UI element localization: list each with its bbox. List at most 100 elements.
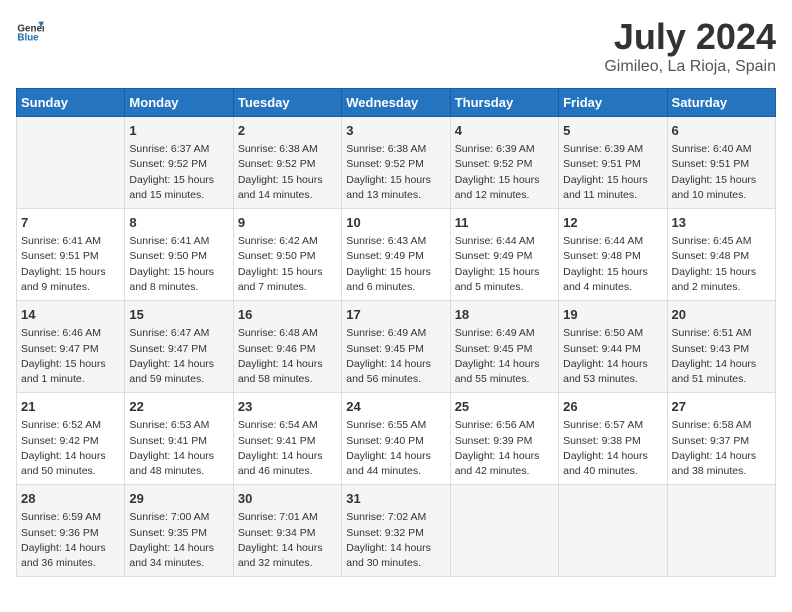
day-number: 6 <box>672 122 771 140</box>
title-block: July 2024 Gimileo, La Rioja, Spain <box>604 16 776 76</box>
day-number: 17 <box>346 306 445 324</box>
day-number: 10 <box>346 214 445 232</box>
calendar-cell: 30 Sunrise: 7:01 AMSunset: 9:34 PMDayligh… <box>233 485 341 577</box>
day-number: 27 <box>672 398 771 416</box>
day-number: 5 <box>563 122 662 140</box>
calendar-cell: 23Sunrise: 6:54 AMSunset: 9:41 PMDayligh… <box>233 393 341 485</box>
day-info: Sunrise: 6:45 AMSunset: 9:48 PMDaylight:… <box>672 234 771 295</box>
day-info: Sunrise: 6:46 AMSunset: 9:47 PMDaylight:… <box>21 326 120 387</box>
weekday-header-row: SundayMondayTuesdayWednesdayThursdayFrid… <box>17 89 776 117</box>
calendar-week-row: 21Sunrise: 6:52 AMSunset: 9:42 PMDayligh… <box>17 393 776 485</box>
day-info: Sunrise: 6:41 AMSunset: 9:50 PMDaylight:… <box>129 234 228 295</box>
calendar-cell: 6 Sunrise: 6:40 AMSunset: 9:51 PMDaylight… <box>667 117 775 209</box>
calendar-week-row: 1Sunrise: 6:37 AMSunset: 9:52 PMDaylight… <box>17 117 776 209</box>
day-info: Sunrise: 6:39 AMSunset: 9:52 PMDaylight:… <box>455 142 554 203</box>
day-info: Sunrise: 6:47 AMSunset: 9:47 PMDaylight:… <box>129 326 228 387</box>
calendar-cell <box>450 485 558 577</box>
day-info: Sunrise: 7:00 AMSunset: 9:35 PMDaylight:… <box>129 510 228 571</box>
calendar-cell: 4 Sunrise: 6:39 AMSunset: 9:52 PMDaylight… <box>450 117 558 209</box>
calendar-cell: 14Sunrise: 6:46 AMSunset: 9:47 PMDayligh… <box>17 301 125 393</box>
calendar-cell: 22 Sunrise: 6:53 AMSunset: 9:41 PMDayligh… <box>125 393 233 485</box>
day-number: 28 <box>21 490 120 508</box>
weekday-header-thursday: Thursday <box>450 89 558 117</box>
day-number: 16 <box>238 306 337 324</box>
calendar-cell: 11 Sunrise: 6:44 AMSunset: 9:49 PMDayligh… <box>450 209 558 301</box>
day-number: 30 <box>238 490 337 508</box>
day-info: Sunrise: 6:57 AMSunset: 9:38 PMDaylight:… <box>563 418 662 479</box>
calendar-cell: 25 Sunrise: 6:56 AMSunset: 9:39 PMDayligh… <box>450 393 558 485</box>
day-number: 3 <box>346 122 445 140</box>
day-info: Sunrise: 7:01 AMSunset: 9:34 PMDaylight:… <box>238 510 337 571</box>
day-info: Sunrise: 6:40 AMSunset: 9:51 PMDaylight:… <box>672 142 771 203</box>
calendar-table: SundayMondayTuesdayWednesdayThursdayFrid… <box>16 88 776 577</box>
calendar-cell: 3 Sunrise: 6:38 AMSunset: 9:52 PMDaylight… <box>342 117 450 209</box>
calendar-cell <box>559 485 667 577</box>
calendar-cell: 29 Sunrise: 7:00 AMSunset: 9:35 PMDayligh… <box>125 485 233 577</box>
calendar-cell: 24Sunrise: 6:55 AMSunset: 9:40 PMDayligh… <box>342 393 450 485</box>
calendar-cell: 5 Sunrise: 6:39 AMSunset: 9:51 PMDaylight… <box>559 117 667 209</box>
day-number: 31 <box>346 490 445 508</box>
day-number: 26 <box>563 398 662 416</box>
calendar-cell: 31 Sunrise: 7:02 AMSunset: 9:32 PMDayligh… <box>342 485 450 577</box>
calendar-cell: 21Sunrise: 6:52 AMSunset: 9:42 PMDayligh… <box>17 393 125 485</box>
day-number: 8 <box>129 214 228 232</box>
day-number: 20 <box>672 306 771 324</box>
weekday-header-monday: Monday <box>125 89 233 117</box>
day-info: Sunrise: 6:56 AMSunset: 9:39 PMDaylight:… <box>455 418 554 479</box>
calendar-cell: 18 Sunrise: 6:49 AMSunset: 9:45 PMDayligh… <box>450 301 558 393</box>
day-info: Sunrise: 6:38 AMSunset: 9:52 PMDaylight:… <box>346 142 445 203</box>
day-info: Sunrise: 6:49 AMSunset: 9:45 PMDaylight:… <box>455 326 554 387</box>
day-info: Sunrise: 6:37 AMSunset: 9:52 PMDaylight:… <box>129 142 228 203</box>
day-number: 23 <box>238 398 337 416</box>
day-info: Sunrise: 6:53 AMSunset: 9:41 PMDaylight:… <box>129 418 228 479</box>
calendar-cell: 8 Sunrise: 6:41 AMSunset: 9:50 PMDaylight… <box>125 209 233 301</box>
calendar-cell: 13Sunrise: 6:45 AMSunset: 9:48 PMDayligh… <box>667 209 775 301</box>
logo: General Blue <box>16 16 44 44</box>
calendar-cell: 15 Sunrise: 6:47 AMSunset: 9:47 PMDayligh… <box>125 301 233 393</box>
calendar-cell <box>667 485 775 577</box>
day-number: 7 <box>21 214 120 232</box>
day-info: Sunrise: 6:41 AMSunset: 9:51 PMDaylight:… <box>21 234 120 295</box>
calendar-cell: 7 Sunrise: 6:41 AMSunset: 9:51 PMDaylight… <box>17 209 125 301</box>
day-number: 22 <box>129 398 228 416</box>
calendar-cell <box>17 117 125 209</box>
calendar-week-row: 7 Sunrise: 6:41 AMSunset: 9:51 PMDaylight… <box>17 209 776 301</box>
day-number: 12 <box>563 214 662 232</box>
calendar-week-row: 28 Sunrise: 6:59 AMSunset: 9:36 PMDayligh… <box>17 485 776 577</box>
page-title: July 2024 <box>604 16 776 58</box>
calendar-week-row: 14Sunrise: 6:46 AMSunset: 9:47 PMDayligh… <box>17 301 776 393</box>
day-info: Sunrise: 6:59 AMSunset: 9:36 PMDaylight:… <box>21 510 120 571</box>
calendar-cell: 10 Sunrise: 6:43 AMSunset: 9:49 PMDayligh… <box>342 209 450 301</box>
weekday-header-sunday: Sunday <box>17 89 125 117</box>
calendar-cell: 1Sunrise: 6:37 AMSunset: 9:52 PMDaylight… <box>125 117 233 209</box>
day-info: Sunrise: 6:43 AMSunset: 9:49 PMDaylight:… <box>346 234 445 295</box>
day-number: 25 <box>455 398 554 416</box>
day-info: Sunrise: 7:02 AMSunset: 9:32 PMDaylight:… <box>346 510 445 571</box>
day-info: Sunrise: 6:49 AMSunset: 9:45 PMDaylight:… <box>346 326 445 387</box>
day-info: Sunrise: 6:44 AMSunset: 9:48 PMDaylight:… <box>563 234 662 295</box>
page-header: General Blue July 2024 Gimileo, La Rioja… <box>16 16 776 76</box>
day-number: 29 <box>129 490 228 508</box>
logo-icon: General Blue <box>16 16 44 44</box>
day-number: 11 <box>455 214 554 232</box>
svg-text:Blue: Blue <box>17 33 39 44</box>
day-info: Sunrise: 6:58 AMSunset: 9:37 PMDaylight:… <box>672 418 771 479</box>
day-number: 15 <box>129 306 228 324</box>
day-number: 4 <box>455 122 554 140</box>
calendar-cell: 2 Sunrise: 6:38 AMSunset: 9:52 PMDaylight… <box>233 117 341 209</box>
day-info: Sunrise: 6:38 AMSunset: 9:52 PMDaylight:… <box>238 142 337 203</box>
calendar-cell: 16Sunrise: 6:48 AMSunset: 9:46 PMDayligh… <box>233 301 341 393</box>
weekday-header-friday: Friday <box>559 89 667 117</box>
day-number: 19 <box>563 306 662 324</box>
day-number: 9 <box>238 214 337 232</box>
calendar-cell: 20 Sunrise: 6:51 AMSunset: 9:43 PMDayligh… <box>667 301 775 393</box>
day-number: 2 <box>238 122 337 140</box>
calendar-cell: 27 Sunrise: 6:58 AMSunset: 9:37 PMDayligh… <box>667 393 775 485</box>
day-info: Sunrise: 6:44 AMSunset: 9:49 PMDaylight:… <box>455 234 554 295</box>
day-info: Sunrise: 6:50 AMSunset: 9:44 PMDaylight:… <box>563 326 662 387</box>
day-info: Sunrise: 6:51 AMSunset: 9:43 PMDaylight:… <box>672 326 771 387</box>
day-number: 18 <box>455 306 554 324</box>
weekday-header-saturday: Saturday <box>667 89 775 117</box>
day-info: Sunrise: 6:39 AMSunset: 9:51 PMDaylight:… <box>563 142 662 203</box>
page-subtitle: Gimileo, La Rioja, Spain <box>604 58 776 76</box>
